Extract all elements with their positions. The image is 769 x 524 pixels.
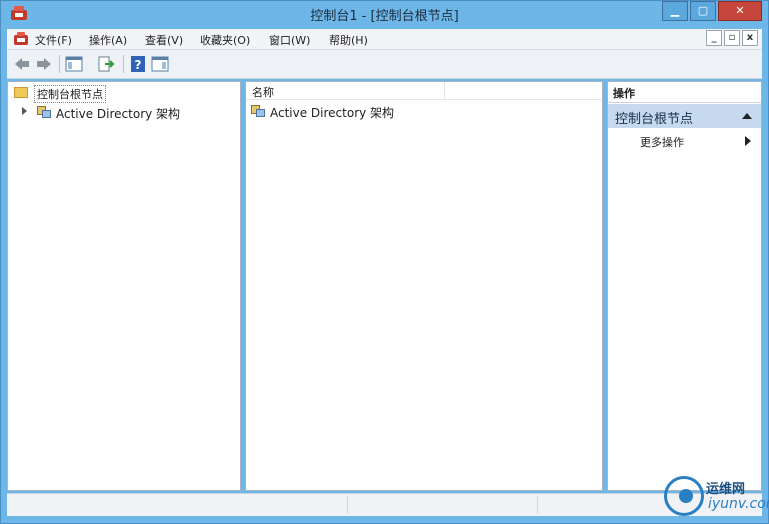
status-bar bbox=[7, 493, 762, 516]
toolbar: ? bbox=[7, 50, 762, 79]
action-label: 更多操作 bbox=[640, 136, 684, 149]
child-window-buttons: _ ▫ x bbox=[704, 30, 758, 46]
watermark-text-en: iyunv.com bbox=[708, 496, 769, 512]
watermark-logo-icon bbox=[664, 476, 704, 516]
console-system-menu-icon[interactable] bbox=[13, 31, 29, 47]
column-divider[interactable] bbox=[444, 82, 445, 99]
window-title: 控制台1 - [控制台根节点] bbox=[310, 9, 459, 24]
results-list-pane[interactable]: 名称 Active Directory 架构 bbox=[245, 81, 603, 491]
svg-text:?: ? bbox=[135, 58, 142, 72]
menu-file[interactable]: 文件(F) bbox=[35, 32, 72, 48]
ad-schema-snapin-icon bbox=[250, 103, 266, 118]
show-hide-console-tree-icon[interactable] bbox=[65, 55, 83, 73]
child-minimize-button[interactable]: _ bbox=[706, 30, 722, 46]
console-tree-pane[interactable]: 控制台根节点 Active Directory 架构 bbox=[7, 81, 241, 491]
tree-node-label: 控制台根节点 bbox=[34, 85, 106, 103]
child-close-button[interactable]: x bbox=[742, 30, 758, 46]
list-item-label: Active Directory 架构 bbox=[270, 106, 395, 120]
minimize-button[interactable]: ▁ bbox=[662, 1, 688, 21]
status-segment bbox=[347, 496, 538, 514]
menu-view[interactable]: 查看(V) bbox=[145, 32, 183, 48]
watermark-text-cn: 运维网 bbox=[706, 482, 746, 497]
menu-bar: 文件(F) 操作(A) 查看(V) 收藏夹(O) 窗口(W) 帮助(H) _ ▫… bbox=[7, 29, 762, 50]
toolbar-separator bbox=[123, 55, 124, 73]
folder-icon bbox=[14, 87, 28, 98]
column-header-name[interactable]: 名称 bbox=[252, 84, 274, 100]
actions-pane-title: 操作 bbox=[613, 87, 635, 100]
maximize-button[interactable]: ▢ bbox=[690, 1, 716, 21]
menu-help[interactable]: 帮助(H) bbox=[329, 32, 368, 48]
actions-section-label: 控制台根节点 bbox=[615, 112, 694, 127]
menu-favorites[interactable]: 收藏夹(O) bbox=[200, 32, 250, 48]
toolbar-separator bbox=[59, 55, 60, 73]
collapse-arrow-icon[interactable] bbox=[742, 113, 752, 119]
actions-pane-header: 操作 bbox=[608, 82, 761, 103]
caption-buttons: ▁ ▢ ✕ bbox=[660, 1, 762, 21]
ad-schema-snapin-icon bbox=[36, 104, 52, 119]
expand-arrow-icon[interactable] bbox=[22, 107, 27, 115]
actions-section-header[interactable]: 控制台根节点 bbox=[608, 104, 761, 128]
export-list-icon[interactable] bbox=[97, 55, 115, 73]
help-icon[interactable]: ? bbox=[129, 55, 147, 73]
submenu-arrow-icon bbox=[745, 136, 751, 146]
close-button[interactable]: ✕ bbox=[718, 1, 762, 21]
menu-window[interactable]: 窗口(W) bbox=[269, 32, 310, 48]
column-header-row: 名称 bbox=[246, 82, 602, 100]
menu-action[interactable]: 操作(A) bbox=[89, 32, 127, 48]
child-restore-button[interactable]: ▫ bbox=[724, 30, 740, 46]
watermark: 运维网 iyunv.com bbox=[664, 474, 769, 518]
show-hide-action-pane-icon[interactable] bbox=[151, 55, 169, 73]
back-arrow-icon[interactable] bbox=[13, 55, 31, 73]
actions-pane: 操作 控制台根节点 更多操作 bbox=[607, 81, 762, 491]
status-segment bbox=[537, 496, 658, 514]
action-more-actions[interactable]: 更多操作 bbox=[608, 132, 761, 150]
tree-node-label: Active Directory 架构 bbox=[56, 107, 181, 121]
forward-arrow-icon[interactable] bbox=[35, 55, 53, 73]
title-bar[interactable]: 控制台1 - [控制台根节点] ▁ ▢ ✕ bbox=[1, 1, 768, 27]
console-window: 控制台1 - [控制台根节点] ▁ ▢ ✕ 文件(F) 操作(A) 查看(V) … bbox=[0, 0, 769, 524]
